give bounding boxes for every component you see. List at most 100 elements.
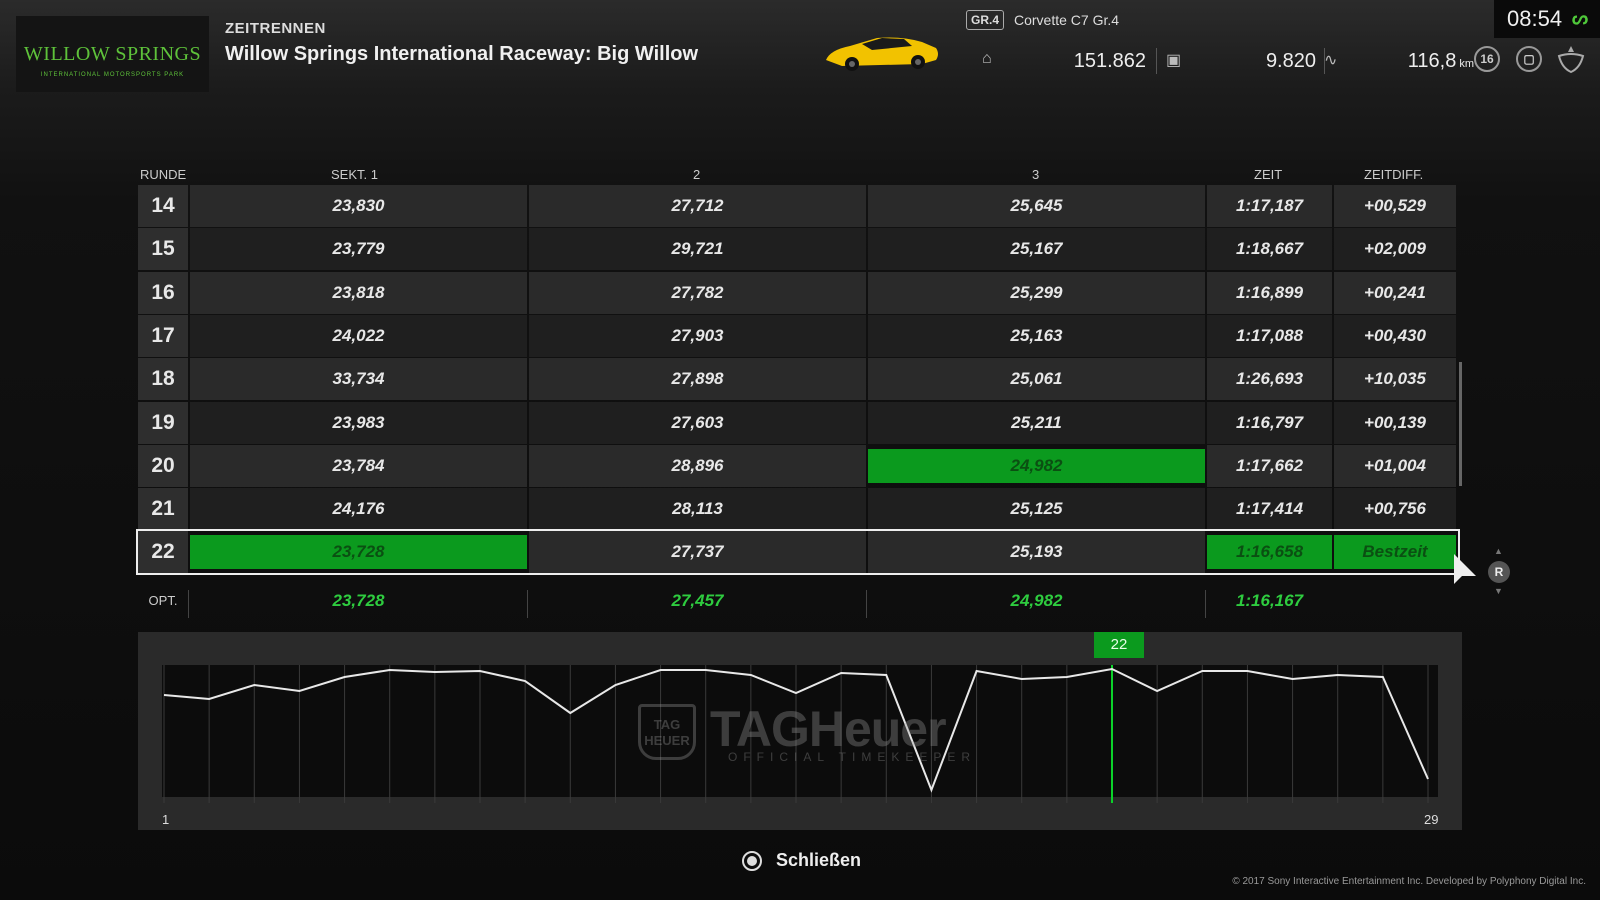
copyright-text: © 2017 Sony Interactive Entertainment In… — [1232, 876, 1586, 887]
lap-time: 1:16,658 — [1207, 535, 1332, 570]
car-class-badge: GR.4 — [966, 10, 1005, 30]
brand-shield-icon — [1557, 46, 1585, 74]
pointer-cursor-icon — [1454, 554, 1476, 584]
lap-number: 21 — [138, 488, 188, 531]
tag-heuer-shield-icon: TAG HEUER — [638, 704, 696, 760]
col-header-sector1: SEKT. 1 — [331, 167, 378, 182]
optimal-time: 1:16,167 — [1235, 591, 1304, 610]
gt-sport-icon: ᔕ — [1572, 8, 1589, 28]
close-label: Schließen — [776, 850, 862, 870]
scroll-down-icon[interactable]: ▼ — [1494, 586, 1503, 596]
track-title: Willow Springs International Raceway: Bi… — [225, 43, 699, 65]
time-diff: +02,009 — [1334, 228, 1456, 271]
r-stick-button[interactable]: R — [1488, 561, 1510, 583]
optimal-row: OPT. 23,728 27,457 24,982 1:16,167 — [138, 580, 1458, 622]
lap-time: 1:17,088 — [1207, 314, 1332, 357]
sector1-time: 23,818 — [190, 271, 527, 314]
lap-number: 22 — [138, 531, 188, 574]
table-row[interactable]: 22 23,728 27,737 25,193 1:16,658 Bestzeit — [136, 529, 1460, 576]
sector2-time: 27,903 — [529, 314, 866, 357]
sector3-time: 25,163 — [868, 314, 1205, 357]
car-image — [826, 37, 938, 71]
sector3-time: 25,167 — [868, 228, 1205, 271]
optimal-sector3: 24,982 — [1010, 591, 1063, 610]
optimal-label: OPT. — [148, 593, 178, 608]
scroll-up-icon[interactable]: ▲ — [1494, 546, 1503, 556]
optimal-sector2: 27,457 — [671, 591, 724, 610]
table-row[interactable]: 16 23,818 27,782 25,299 1:16,899 +00,241 — [138, 271, 1458, 314]
optimal-sector1: 23,728 — [332, 591, 385, 610]
track-logo: WILLOW SPRINGS INTERNATIONAL MOTORSPORTS… — [16, 16, 209, 92]
podium-icon: ⌂ — [982, 50, 992, 67]
menu-icon[interactable]: ▢ — [1516, 46, 1542, 72]
table-row[interactable]: 14 23,830 27,712 25,645 1:17,187 +00,529 — [138, 185, 1458, 227]
stats-bar: ⌂ 151.862 ▣ 9.820 ∿ 116,8 km — [966, 48, 1476, 74]
level-icon[interactable]: 16 — [1474, 46, 1500, 72]
close-button[interactable]: Schließen — [742, 850, 861, 871]
time-diff: +00,529 — [1334, 185, 1456, 227]
sector3-time: 25,125 — [868, 488, 1205, 531]
lap-time: 1:16,899 — [1207, 271, 1332, 314]
stat-divider — [1156, 48, 1157, 74]
lap-time: 1:17,662 — [1207, 444, 1332, 487]
time-diff: +00,139 — [1334, 401, 1456, 444]
sector1-time: 23,830 — [190, 185, 527, 227]
col-header-sector3: 3 — [1032, 167, 1040, 182]
lap-number: 15 — [138, 228, 188, 271]
sector2-time: 27,737 — [529, 531, 866, 574]
time-diff: Bestzeit — [1334, 535, 1456, 570]
col-header-diff: ZEITDIFF. — [1364, 167, 1424, 182]
lap-time: 1:18,667 — [1207, 228, 1332, 271]
mode-title: ZEITRENNEN — [225, 20, 326, 37]
sector3-time: 25,061 — [868, 358, 1205, 401]
sector1-time: 24,022 — [190, 314, 527, 357]
sector2-time: 27,603 — [529, 401, 866, 444]
time-diff: +00,241 — [1334, 271, 1456, 314]
lap-number: 16 — [138, 271, 188, 314]
sector3-time: 25,193 — [868, 531, 1205, 574]
col-header-lap: RUNDE — [140, 167, 187, 182]
table-row[interactable]: 21 24,176 28,113 25,125 1:17,414 +00,756 — [138, 488, 1458, 531]
table-row[interactable]: 17 24,022 27,903 25,163 1:17,088 +00,430 — [138, 314, 1458, 357]
sector1-time: 23,784 — [190, 444, 527, 487]
distance-icon: ∿ — [1324, 52, 1338, 69]
logo-subtext: INTERNATIONAL MOTORSPORTS PARK — [40, 72, 185, 78]
time-diff: +01,004 — [1334, 444, 1456, 487]
selected-lap-marker: 22 — [1094, 632, 1144, 658]
sector3-time: 25,645 — [868, 185, 1205, 227]
sector1-time: 23,983 — [190, 401, 527, 444]
table-scrollbar[interactable] — [1459, 362, 1462, 486]
time-diff: +00,430 — [1334, 314, 1456, 357]
sector2-time: 27,712 — [529, 185, 866, 227]
time-diff: +10,035 — [1334, 358, 1456, 401]
lap-number: 19 — [138, 401, 188, 444]
col-header-sector2: 2 — [693, 167, 701, 182]
lap-time: 1:17,414 — [1207, 488, 1332, 531]
graph-x-start: 1 — [162, 812, 170, 827]
table-row[interactable]: 20 23,784 28,896 24,982 1:17,662 +01,004 — [138, 444, 1458, 487]
points-value: 151.862 — [1073, 50, 1146, 72]
table-row[interactable]: 18 33,734 27,898 25,061 1:26,693 +10,035 — [138, 358, 1458, 401]
sector3-time: 24,982 — [868, 448, 1205, 483]
time-diff: +00,756 — [1334, 488, 1456, 531]
lap-time: 1:26,693 — [1207, 358, 1332, 401]
lap-number: 20 — [138, 444, 188, 487]
logo-text: WILLOW SPRINGS — [23, 42, 202, 65]
lap-number: 14 — [138, 185, 188, 227]
graph-x-end: 29 — [1424, 812, 1439, 827]
lap-number: 18 — [138, 358, 188, 401]
opt-divider — [527, 590, 528, 618]
sector3-time: 25,211 — [868, 401, 1205, 444]
sector2-time: 28,113 — [529, 488, 866, 531]
distance-number: 116,8 — [1407, 50, 1457, 72]
lap-table: RUNDE SEKT. 1 2 3 ZEIT ZEITDIFF. — [138, 163, 1458, 185]
col-header-time: ZEIT — [1254, 167, 1283, 182]
tag-heuer-watermark: TAG HEUER TAGHeuer OFFICIAL TIMEKEEPER — [638, 700, 978, 770]
watermark-sub: OFFICIAL TIMEKEEPER — [728, 750, 977, 764]
table-row[interactable]: 19 23,983 27,603 25,211 1:16,797 +00,139 — [138, 401, 1458, 444]
lap-number: 17 — [138, 314, 188, 357]
table-row[interactable]: 15 23,779 29,721 25,167 1:18,667 +02,009 — [138, 228, 1458, 271]
opt-divider — [866, 590, 867, 618]
sector2-time: 29,721 — [529, 228, 866, 271]
credits-value: 9.820 — [1265, 50, 1316, 72]
